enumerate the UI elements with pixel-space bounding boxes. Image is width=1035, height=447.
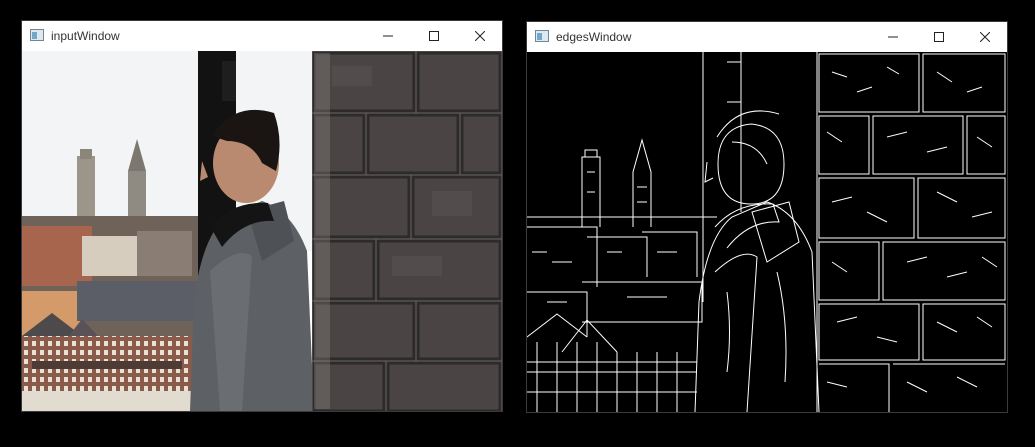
edges-window: edgesWindow <box>526 21 1008 413</box>
app-window-icon <box>30 29 44 41</box>
edges-window-titlebar[interactable]: edgesWindow <box>527 22 1007 52</box>
minimize-icon <box>383 35 393 37</box>
maximize-icon <box>934 32 944 42</box>
minimize-icon <box>888 36 898 38</box>
input-image <box>22 51 502 411</box>
close-icon <box>475 31 485 41</box>
close-button[interactable] <box>457 21 503 51</box>
minimize-button[interactable] <box>870 22 916 52</box>
input-window: inputWindow <box>21 20 503 412</box>
maximize-button[interactable] <box>411 21 457 51</box>
maximize-button[interactable] <box>916 22 962 52</box>
close-icon <box>980 32 990 42</box>
edges-image <box>527 52 1007 412</box>
close-button[interactable] <box>962 22 1008 52</box>
app-window-icon <box>535 30 549 42</box>
minimize-button[interactable] <box>365 21 411 51</box>
maximize-icon <box>429 31 439 41</box>
window-title: inputWindow <box>51 29 120 43</box>
input-window-titlebar[interactable]: inputWindow <box>22 21 502 51</box>
window-title: edgesWindow <box>556 30 632 44</box>
